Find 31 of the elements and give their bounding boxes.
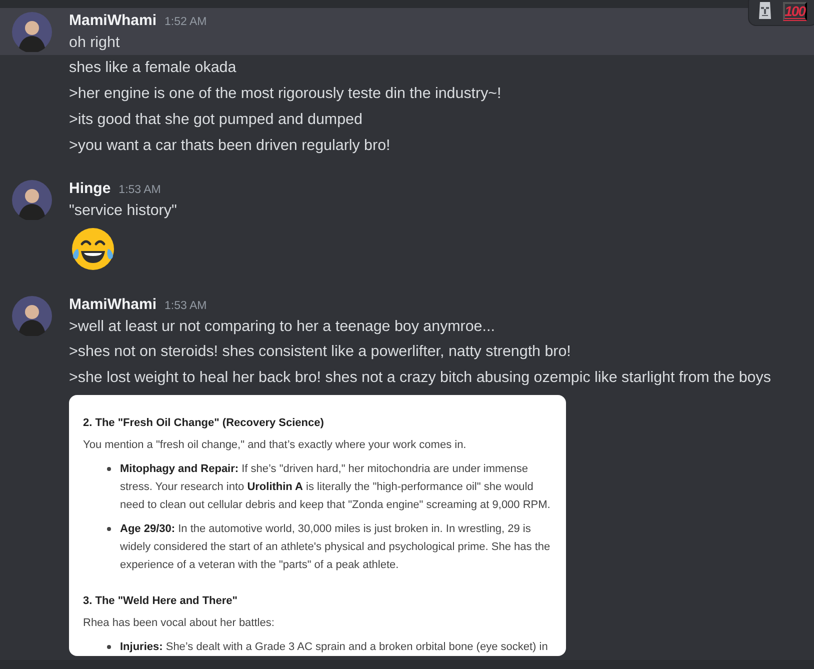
message-text: shes like a female okada xyxy=(69,58,238,78)
message-text: >her engine is one of the most rigorously teste din the industry~! xyxy=(69,84,502,104)
message-text: >its good that she got pumped and dumped xyxy=(69,110,364,130)
message-text: >you want a car thats been driven regularly bro! xyxy=(69,136,392,156)
image-attachment[interactable] xyxy=(69,395,566,656)
timestamp: 1:53 AM xyxy=(118,183,161,198)
message-text: oh right xyxy=(69,33,121,53)
paragraph: Rhea has been vocal about her battles: xyxy=(83,616,276,631)
avatar-icon[interactable] xyxy=(12,12,52,52)
bullet-text: Injuries: She’s dealt with a Grade 3 AC sprain and a broken orbital bone (eye socket) in xyxy=(120,641,548,653)
section-heading: 2. The "Fresh Oil Change" (Recovery Science) xyxy=(83,416,325,431)
stone-head-icon[interactable] xyxy=(756,1,773,21)
timestamp: 1:53 AM xyxy=(164,299,207,314)
timestamp: 1:52 AM xyxy=(164,15,207,30)
bullet-icon xyxy=(107,527,111,531)
message-text: >well at least ur not comparing to her a teenage boy anymroe... xyxy=(69,317,495,337)
paragraph: You mention a "fresh oil change," and that’s exactly where your work comes in. xyxy=(83,438,468,453)
bullet-text: Mitophagy and Repair: If she’s "driven hard," her mitochondria are under immense stress. Your research into Urolithin A is literally the "high-performance oil" she would need to clean out cellular debris and keep that "Zonda engine" screaming at 9,000 RPM. xyxy=(120,463,550,511)
section-heading: 3. The "Weld Here and There" xyxy=(83,594,238,609)
bullet-icon xyxy=(107,645,111,649)
bullet-text: Age 29/30: In the automotive world, 30,000 miles is just broken in. In wrestling, 29 is widely considered the start of an athlete's physical and psychological prime. She has the experience of a veteran with the "parts" of a peak athlete. xyxy=(120,523,550,571)
message-text: "service history" xyxy=(69,201,177,221)
bullet-icon xyxy=(107,467,111,471)
message-text: >shes not on steroids! shes consistent like a powerlifter, natty strength bro! xyxy=(69,342,572,362)
username[interactable]: MamiWhami xyxy=(69,294,157,316)
laughing-emoji-icon xyxy=(69,225,117,273)
avatar-icon[interactable] xyxy=(12,296,52,336)
username[interactable]: MamiWhami xyxy=(69,10,157,32)
avatar-icon[interactable] xyxy=(12,180,52,220)
message-text: >she lost weight to heal her back bro! shes not a crazy bitch abusing ozempic like starlight from the boys xyxy=(69,368,772,388)
username[interactable]: Hinge xyxy=(69,178,111,200)
